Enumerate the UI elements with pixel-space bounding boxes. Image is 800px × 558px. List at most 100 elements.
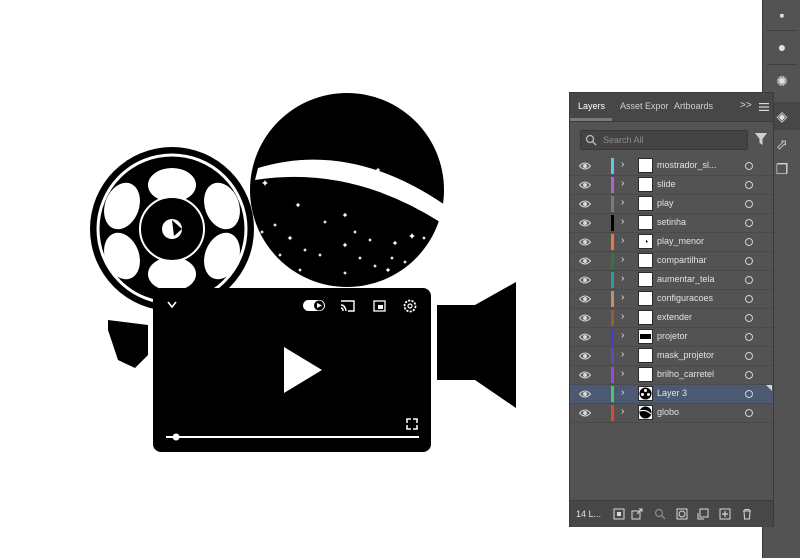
target-circle-icon[interactable] (745, 181, 753, 189)
layer-name[interactable]: globo (657, 407, 679, 417)
layer-row[interactable]: › play (570, 195, 773, 214)
layer-row[interactable]: › globo (570, 404, 773, 423)
visibility-eye-icon[interactable] (579, 332, 591, 342)
search-input[interactable] (603, 132, 739, 147)
hamburger-menu-icon[interactable] (759, 103, 769, 111)
layer-color-bar (611, 367, 614, 383)
layer-row[interactable]: › brilho_carretel (570, 366, 773, 385)
chevron-right-icon[interactable]: › (621, 178, 629, 189)
layer-row[interactable]: › projetor (570, 328, 773, 347)
filter-icon[interactable] (754, 132, 768, 146)
target-circle-icon[interactable] (745, 409, 753, 417)
layer-name[interactable]: Layer 3 (657, 388, 687, 398)
export-panel-icon[interactable]: ⬀ (771, 133, 793, 155)
artboards-panel-icon[interactable]: ❐ (771, 158, 793, 180)
visibility-eye-icon[interactable] (579, 389, 591, 399)
layer-name[interactable]: play (657, 198, 674, 208)
sun-icon[interactable]: ✺ (771, 70, 793, 92)
layer-row[interactable]: › mostrador_sl... (570, 157, 773, 176)
chevron-right-icon[interactable]: › (621, 197, 629, 208)
chevron-right-icon[interactable]: › (621, 254, 629, 265)
layer-name[interactable]: extender (657, 312, 692, 322)
target-circle-icon[interactable] (745, 162, 753, 170)
delete-icon[interactable] (741, 508, 753, 520)
visibility-eye-icon[interactable] (579, 313, 591, 323)
target-circle-icon[interactable] (745, 219, 753, 227)
toggle-icon[interactable] (303, 300, 325, 311)
visibility-eye-icon[interactable] (579, 218, 591, 228)
layer-row[interactable]: › configuracoes (570, 290, 773, 309)
visibility-eye-icon[interactable] (579, 180, 591, 190)
layer-name[interactable]: mask_projetor (657, 350, 714, 360)
layer-row[interactable]: › setinha (570, 214, 773, 233)
properties-icon[interactable]: ▪ (771, 4, 793, 26)
layer-row[interactable]: › mask_projetor (570, 347, 773, 366)
tab-artboards[interactable]: Artboards (674, 101, 713, 111)
visibility-eye-icon[interactable] (579, 294, 591, 304)
new-sublayer-icon[interactable] (697, 508, 709, 520)
layer-thumbnail (638, 158, 653, 173)
layer-name[interactable]: projetor (657, 331, 688, 341)
layer-row[interactable]: › extender (570, 309, 773, 328)
layer-name[interactable]: compartilhar (657, 255, 707, 265)
layer-color-bar (611, 234, 614, 250)
chevron-right-icon[interactable]: › (621, 387, 629, 398)
chevron-right-icon[interactable]: › (621, 311, 629, 322)
chevron-right-icon[interactable]: › (621, 159, 629, 170)
artboard-canvas[interactable] (0, 0, 570, 558)
layer-name[interactable]: slide (657, 179, 676, 189)
collect-for-export-icon[interactable] (613, 508, 625, 520)
target-circle-icon[interactable] (745, 333, 753, 341)
layer-thumbnail (638, 196, 653, 211)
layer-color-bar (611, 348, 614, 364)
target-circle-icon[interactable] (745, 390, 753, 398)
layer-name[interactable]: aumentar_tela (657, 274, 715, 284)
chevron-right-icon[interactable]: › (621, 292, 629, 303)
layer-row-selected[interactable]: › Layer 3 (570, 385, 773, 404)
locate-object-icon[interactable] (654, 508, 666, 520)
visibility-eye-icon[interactable] (579, 275, 591, 285)
target-circle-icon[interactable] (745, 276, 753, 284)
chevron-right-icon[interactable]: › (621, 273, 629, 284)
layer-row[interactable]: › play_menor (570, 233, 773, 252)
layer-search-box[interactable] (580, 130, 748, 150)
chevron-right-icon[interactable]: › (621, 368, 629, 379)
layer-name[interactable]: play_menor (657, 236, 704, 246)
layer-thumbnail (638, 310, 653, 325)
layer-thumbnail (638, 234, 653, 249)
make-clipping-mask-icon[interactable] (676, 508, 688, 520)
visibility-eye-icon[interactable] (579, 408, 591, 418)
layer-color-bar (611, 329, 614, 345)
target-circle-icon[interactable] (745, 371, 753, 379)
visibility-eye-icon[interactable] (579, 256, 591, 266)
visibility-eye-icon[interactable] (579, 161, 591, 171)
export-icon[interactable] (631, 508, 643, 520)
new-layer-icon[interactable] (719, 508, 731, 520)
layer-row[interactable]: › slide (570, 176, 773, 195)
chevron-right-icon[interactable]: › (621, 235, 629, 246)
target-circle-icon[interactable] (745, 314, 753, 322)
layer-name[interactable]: mostrador_sl... (657, 160, 717, 170)
target-circle-icon[interactable] (745, 200, 753, 208)
chevron-right-icon[interactable]: › (621, 216, 629, 227)
chevron-right-icon[interactable]: › (621, 406, 629, 417)
layer-row[interactable]: › compartilhar (570, 252, 773, 271)
target-circle-icon[interactable] (745, 352, 753, 360)
target-circle-icon[interactable] (745, 295, 753, 303)
tab-asset-export[interactable]: Asset Expor (620, 101, 669, 111)
visibility-eye-icon[interactable] (579, 370, 591, 380)
layer-row[interactable]: › aumentar_tela (570, 271, 773, 290)
appearance-icon[interactable]: ● (771, 36, 793, 58)
layer-name[interactable]: setinha (657, 217, 686, 227)
visibility-eye-icon[interactable] (579, 237, 591, 247)
visibility-eye-icon[interactable] (579, 351, 591, 361)
target-circle-icon[interactable] (745, 257, 753, 265)
layer-name[interactable]: brilho_carretel (657, 369, 714, 379)
chevron-right-icon[interactable]: › (621, 349, 629, 360)
visibility-eye-icon[interactable] (579, 199, 591, 209)
target-circle-icon[interactable] (745, 238, 753, 246)
tab-layers[interactable]: Layers (578, 101, 605, 111)
layer-name[interactable]: configuracoes (657, 293, 713, 303)
chevron-right-icon[interactable]: › (621, 330, 629, 341)
expand-panels-button[interactable]: >> (740, 100, 752, 111)
